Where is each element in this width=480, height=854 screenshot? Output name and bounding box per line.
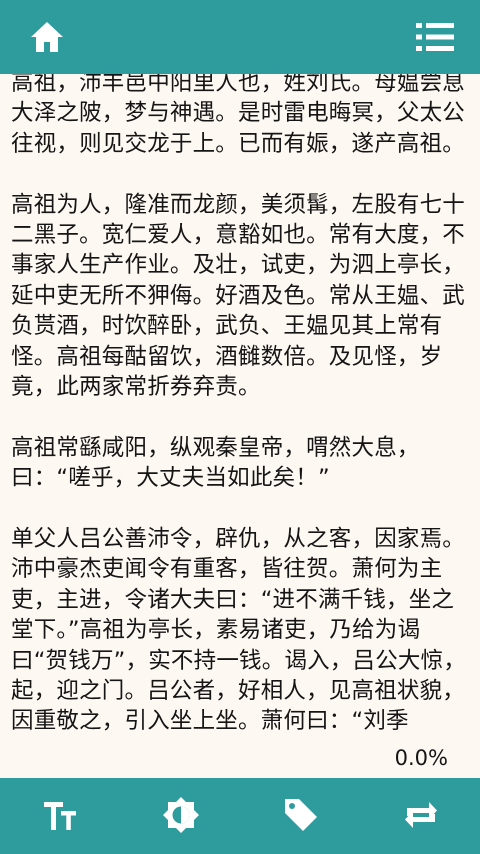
switch-arrows-icon <box>405 802 437 828</box>
reader-content[interactable]: 高祖，沛丰邑中阳里人也，姓刘氏。母媪尝息大泽之陂，梦与神遇。是时雷电晦冥，父太公… <box>0 74 480 778</box>
paragraph: 单父人吕公善沛令，辟仇，从之客，因家焉。沛中豪杰吏闻令有重客，皆往贺。萧何为主吏… <box>11 526 467 735</box>
brightness-icon <box>163 797 199 833</box>
home-icon <box>31 22 63 52</box>
font-size-icon <box>44 802 76 830</box>
list-menu-icon <box>416 23 454 51</box>
reading-progress: 0.0% <box>392 746 450 770</box>
paragraph: 高祖常繇咸阳，纵观秦皇帝，喟然大息，曰：“嗟乎，大丈夫当如此矣！” <box>11 434 420 492</box>
top-toolbar <box>0 0 480 74</box>
bookmark-button[interactable] <box>276 792 326 838</box>
switch-page-button[interactable] <box>396 792 446 838</box>
paragraph: 高祖，沛丰邑中阳里人也，姓刘氏。母媪尝息大泽之陂，梦与神遇。是时雷电晦冥，父太公… <box>11 74 466 157</box>
bookmark-tag-icon <box>285 799 317 831</box>
chapter-text: 高祖，沛丰邑中阳里人也，姓刘氏。母媪尝息大泽之陂，梦与神遇。是时雷电晦冥，父太公… <box>11 74 471 767</box>
paragraph: 高祖为人，隆准而龙颜，美须髯，左股有七十二黑子。宽仁爱人，意豁如也。常有大度，不… <box>11 191 466 401</box>
brightness-button[interactable] <box>156 792 206 838</box>
menu-button[interactable] <box>410 14 460 60</box>
font-size-button[interactable] <box>36 792 86 838</box>
home-button[interactable] <box>22 14 72 60</box>
bottom-toolbar <box>0 778 480 854</box>
